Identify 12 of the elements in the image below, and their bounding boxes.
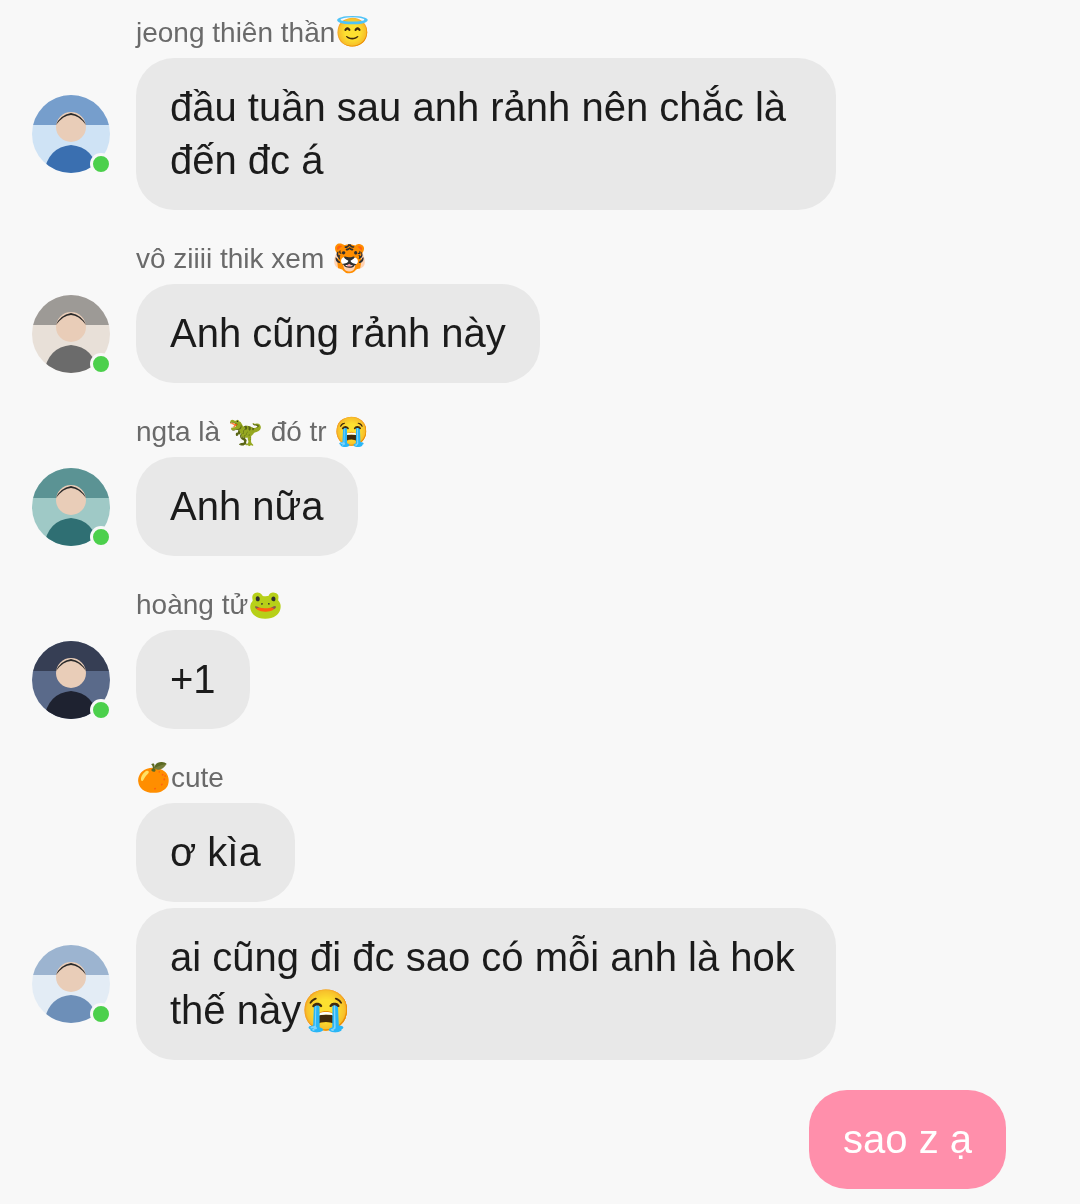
- message-bubble: +1: [136, 630, 250, 729]
- message-bubble: Anh nữa: [136, 457, 358, 556]
- message-bubble: sao z ạ: [809, 1090, 1006, 1189]
- sender-name: ngta là 🦖 đó tr 😭: [136, 415, 371, 449]
- sender-name: jeong thiên thần😇: [136, 15, 372, 50]
- message-bubble: Anh cũng rảnh này: [136, 284, 540, 383]
- message-bubble: ơ kìa: [136, 803, 295, 902]
- sender-name: hoàng tử🐸: [136, 588, 285, 622]
- message-bubble: ai cũng đi đc sao có mỗi anh là hok thế này😭: [136, 908, 836, 1060]
- sender-name: vô ziiii thik xem 🐯: [136, 242, 369, 276]
- message-bubble: đầu tuần sau anh rảnh nên chắc là đến đc á: [136, 58, 836, 210]
- sender-name: 🍊cute: [136, 761, 225, 795]
